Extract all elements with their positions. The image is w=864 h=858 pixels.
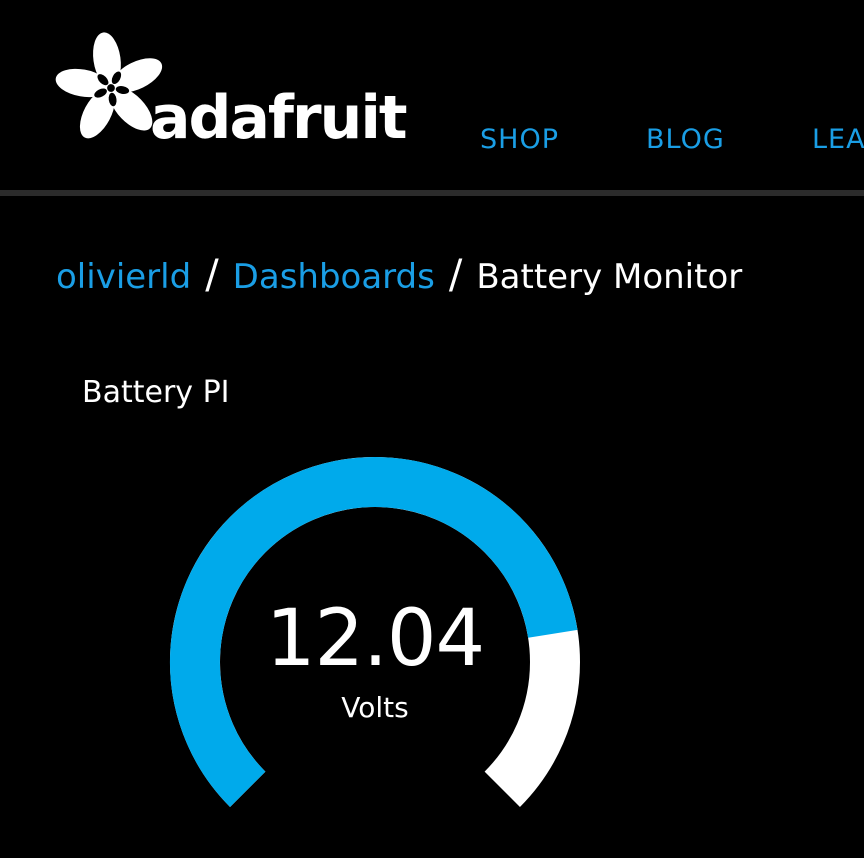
breadcrumb-separator: /: [448, 252, 463, 298]
breadcrumb-user-link[interactable]: olivierld: [56, 257, 191, 297]
breadcrumb-dashboards-link[interactable]: Dashboards: [233, 257, 435, 297]
header-divider: [0, 190, 864, 196]
site-header: adafruit SHOP BLOG LEA: [0, 0, 864, 192]
block-title: Battery PI: [82, 375, 230, 410]
breadcrumb: olivierld / Dashboards / Battery Monitor: [56, 250, 742, 300]
gauge-widget[interactable]: 12.04 Volts: [150, 440, 600, 858]
gauge-value: 12.04: [265, 594, 485, 684]
nav-shop-link[interactable]: SHOP: [480, 124, 559, 155]
main-nav: SHOP BLOG LEA: [0, 124, 864, 164]
breadcrumb-current-page: Battery Monitor: [476, 257, 743, 297]
page: adafruit SHOP BLOG LEA olivierld / Dashboa…: [0, 0, 864, 858]
nav-blog-link[interactable]: BLOG: [646, 124, 725, 155]
breadcrumb-separator: /: [205, 252, 219, 298]
gauge-unit: Volts: [341, 691, 409, 724]
nav-learn-link[interactable]: LEA: [812, 124, 864, 155]
